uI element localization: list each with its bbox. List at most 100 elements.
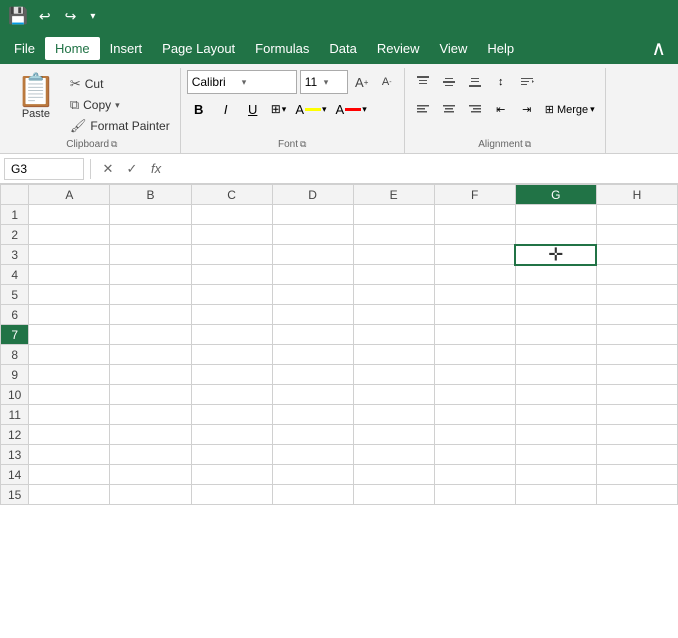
col-header-G[interactable]: G bbox=[515, 185, 596, 205]
cell-H12[interactable] bbox=[596, 425, 677, 445]
decrease-indent-button[interactable]: ⇤ bbox=[489, 97, 513, 121]
cell-E12[interactable] bbox=[353, 425, 434, 445]
cell-B12[interactable] bbox=[110, 425, 191, 445]
cell-B7[interactable] bbox=[110, 325, 191, 345]
cell-B1[interactable] bbox=[110, 205, 191, 225]
row-number-10[interactable]: 10 bbox=[1, 385, 29, 405]
cell-C9[interactable] bbox=[191, 365, 272, 385]
menu-help[interactable]: Help bbox=[477, 37, 524, 60]
cell-E1[interactable] bbox=[353, 205, 434, 225]
cell-F13[interactable] bbox=[434, 445, 515, 465]
cell-G15[interactable] bbox=[515, 485, 596, 505]
cell-G4[interactable] bbox=[515, 265, 596, 285]
menu-formulas[interactable]: Formulas bbox=[245, 37, 319, 60]
copy-button[interactable]: ⧉ Copy ▾ bbox=[66, 95, 174, 115]
cell-E10[interactable] bbox=[353, 385, 434, 405]
font-expand-icon[interactable]: ⧉ bbox=[300, 139, 306, 150]
cell-D2[interactable] bbox=[272, 225, 353, 245]
cell-A6[interactable] bbox=[29, 305, 110, 325]
cell-B3[interactable] bbox=[110, 245, 191, 265]
format-painter-button[interactable]: 🖌 Format Painter bbox=[66, 116, 174, 136]
cell-H8[interactable] bbox=[596, 345, 677, 365]
cell-A2[interactable] bbox=[29, 225, 110, 245]
cell-B14[interactable] bbox=[110, 465, 191, 485]
row-number-12[interactable]: 12 bbox=[1, 425, 29, 445]
cell-F14[interactable] bbox=[434, 465, 515, 485]
cell-B13[interactable] bbox=[110, 445, 191, 465]
menu-review[interactable]: Review bbox=[367, 37, 430, 60]
increase-indent-button[interactable]: ⇥ bbox=[515, 97, 539, 121]
cell-C7[interactable] bbox=[191, 325, 272, 345]
row-number-2[interactable]: 2 bbox=[1, 225, 29, 245]
row-number-9[interactable]: 9 bbox=[1, 365, 29, 385]
cell-A9[interactable] bbox=[29, 365, 110, 385]
cell-F15[interactable] bbox=[434, 485, 515, 505]
cell-G7[interactable] bbox=[515, 325, 596, 345]
cell-E3[interactable] bbox=[353, 245, 434, 265]
cell-G3[interactable]: ✛ bbox=[515, 245, 596, 265]
cell-B8[interactable] bbox=[110, 345, 191, 365]
redo-button[interactable]: ↪ bbox=[60, 6, 82, 27]
cell-E9[interactable] bbox=[353, 365, 434, 385]
cell-H15[interactable] bbox=[596, 485, 677, 505]
cell-F1[interactable] bbox=[434, 205, 515, 225]
cell-G13[interactable] bbox=[515, 445, 596, 465]
row-number-4[interactable]: 4 bbox=[1, 265, 29, 285]
cell-H9[interactable] bbox=[596, 365, 677, 385]
cell-G14[interactable] bbox=[515, 465, 596, 485]
fill-color-button[interactable]: A ▾ bbox=[292, 97, 329, 121]
cell-E4[interactable] bbox=[353, 265, 434, 285]
cell-C15[interactable] bbox=[191, 485, 272, 505]
align-left-button[interactable] bbox=[411, 97, 435, 121]
col-header-H[interactable]: H bbox=[596, 185, 677, 205]
cell-H7[interactable] bbox=[596, 325, 677, 345]
cell-F7[interactable] bbox=[434, 325, 515, 345]
cell-H10[interactable] bbox=[596, 385, 677, 405]
merge-center-button[interactable]: ⊞ Merge▾ bbox=[541, 97, 599, 121]
decrease-font-size-button[interactable]: A- bbox=[376, 71, 398, 93]
formula-cancel-button[interactable]: ✕ bbox=[97, 158, 119, 180]
cell-B10[interactable] bbox=[110, 385, 191, 405]
cell-H1[interactable] bbox=[596, 205, 677, 225]
ribbon-collapse-button[interactable]: ∧ bbox=[643, 36, 674, 61]
cell-A14[interactable] bbox=[29, 465, 110, 485]
formula-input[interactable] bbox=[169, 162, 674, 176]
cell-F2[interactable] bbox=[434, 225, 515, 245]
cut-button[interactable]: ✂ Cut bbox=[66, 74, 174, 94]
col-header-C[interactable]: C bbox=[191, 185, 272, 205]
menu-home[interactable]: Home bbox=[45, 37, 100, 60]
cell-G1[interactable] bbox=[515, 205, 596, 225]
wrap-text-button[interactable] bbox=[515, 70, 539, 94]
name-box[interactable]: G3 bbox=[4, 158, 84, 180]
cell-E11[interactable] bbox=[353, 405, 434, 425]
col-header-E[interactable]: E bbox=[353, 185, 434, 205]
cell-H13[interactable] bbox=[596, 445, 677, 465]
cell-G11[interactable] bbox=[515, 405, 596, 425]
cell-G2[interactable] bbox=[515, 225, 596, 245]
cell-H4[interactable] bbox=[596, 265, 677, 285]
cell-B15[interactable] bbox=[110, 485, 191, 505]
cell-C5[interactable] bbox=[191, 285, 272, 305]
border-button[interactable]: ⊞ ▾ bbox=[268, 97, 290, 121]
row-number-8[interactable]: 8 bbox=[1, 345, 29, 365]
bold-button[interactable]: B bbox=[187, 97, 211, 121]
col-header-F[interactable]: F bbox=[434, 185, 515, 205]
cell-C10[interactable] bbox=[191, 385, 272, 405]
row-number-1[interactable]: 1 bbox=[1, 205, 29, 225]
cell-A15[interactable] bbox=[29, 485, 110, 505]
cell-G5[interactable] bbox=[515, 285, 596, 305]
align-right-button[interactable] bbox=[463, 97, 487, 121]
cell-H6[interactable] bbox=[596, 305, 677, 325]
cell-D6[interactable] bbox=[272, 305, 353, 325]
col-header-A[interactable]: A bbox=[29, 185, 110, 205]
cell-F5[interactable] bbox=[434, 285, 515, 305]
cell-D10[interactable] bbox=[272, 385, 353, 405]
cell-A7[interactable] bbox=[29, 325, 110, 345]
cell-E6[interactable] bbox=[353, 305, 434, 325]
cell-F10[interactable] bbox=[434, 385, 515, 405]
align-center-button[interactable] bbox=[437, 97, 461, 121]
cell-E15[interactable] bbox=[353, 485, 434, 505]
quick-access-more-button[interactable]: ▾ bbox=[85, 9, 100, 24]
cell-D4[interactable] bbox=[272, 265, 353, 285]
cell-B11[interactable] bbox=[110, 405, 191, 425]
